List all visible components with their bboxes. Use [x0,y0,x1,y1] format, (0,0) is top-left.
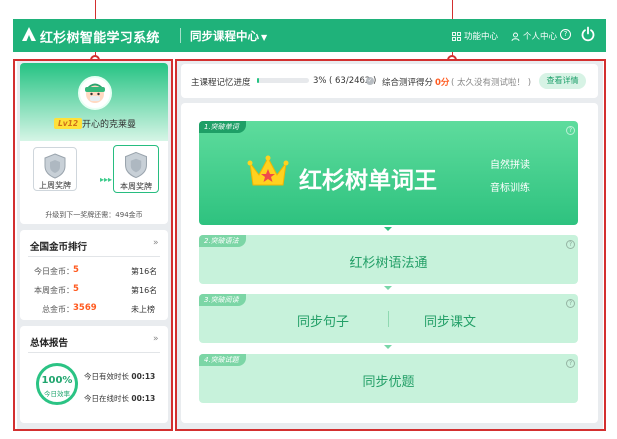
header-divider [180,28,181,43]
personal-center-link[interactable]: 个人中心 [511,30,557,42]
course-center-dropdown[interactable]: 同步课程中心 ▼ [190,28,267,44]
logo-icon [22,27,36,41]
course-center-label: 同步课程中心 [190,29,259,43]
function-center-link[interactable]: 功能中心 [452,30,498,42]
highlight-frame-right [175,59,606,431]
highlight-frame-left [13,59,173,431]
top-header: 红杉树智能学习系统 同步课程中心 ▼ 功能中心 个人中心 ? [13,19,606,52]
personal-center-label: 个人中心 [523,32,558,42]
app-title: 红杉树智能学习系统 [40,31,160,46]
power-icon[interactable] [580,26,596,42]
screenshot-stage: 红杉树智能学习系统 同步课程中心 ▼ 功能中心 个人中心 ? Lv12 开心的克… [0,0,617,439]
help-icon[interactable]: ? [560,29,571,40]
user-icon [511,32,520,41]
function-center-label: 功能中心 [464,32,499,42]
caret-down-icon: ▼ [261,33,268,42]
grid-icon [452,31,461,41]
